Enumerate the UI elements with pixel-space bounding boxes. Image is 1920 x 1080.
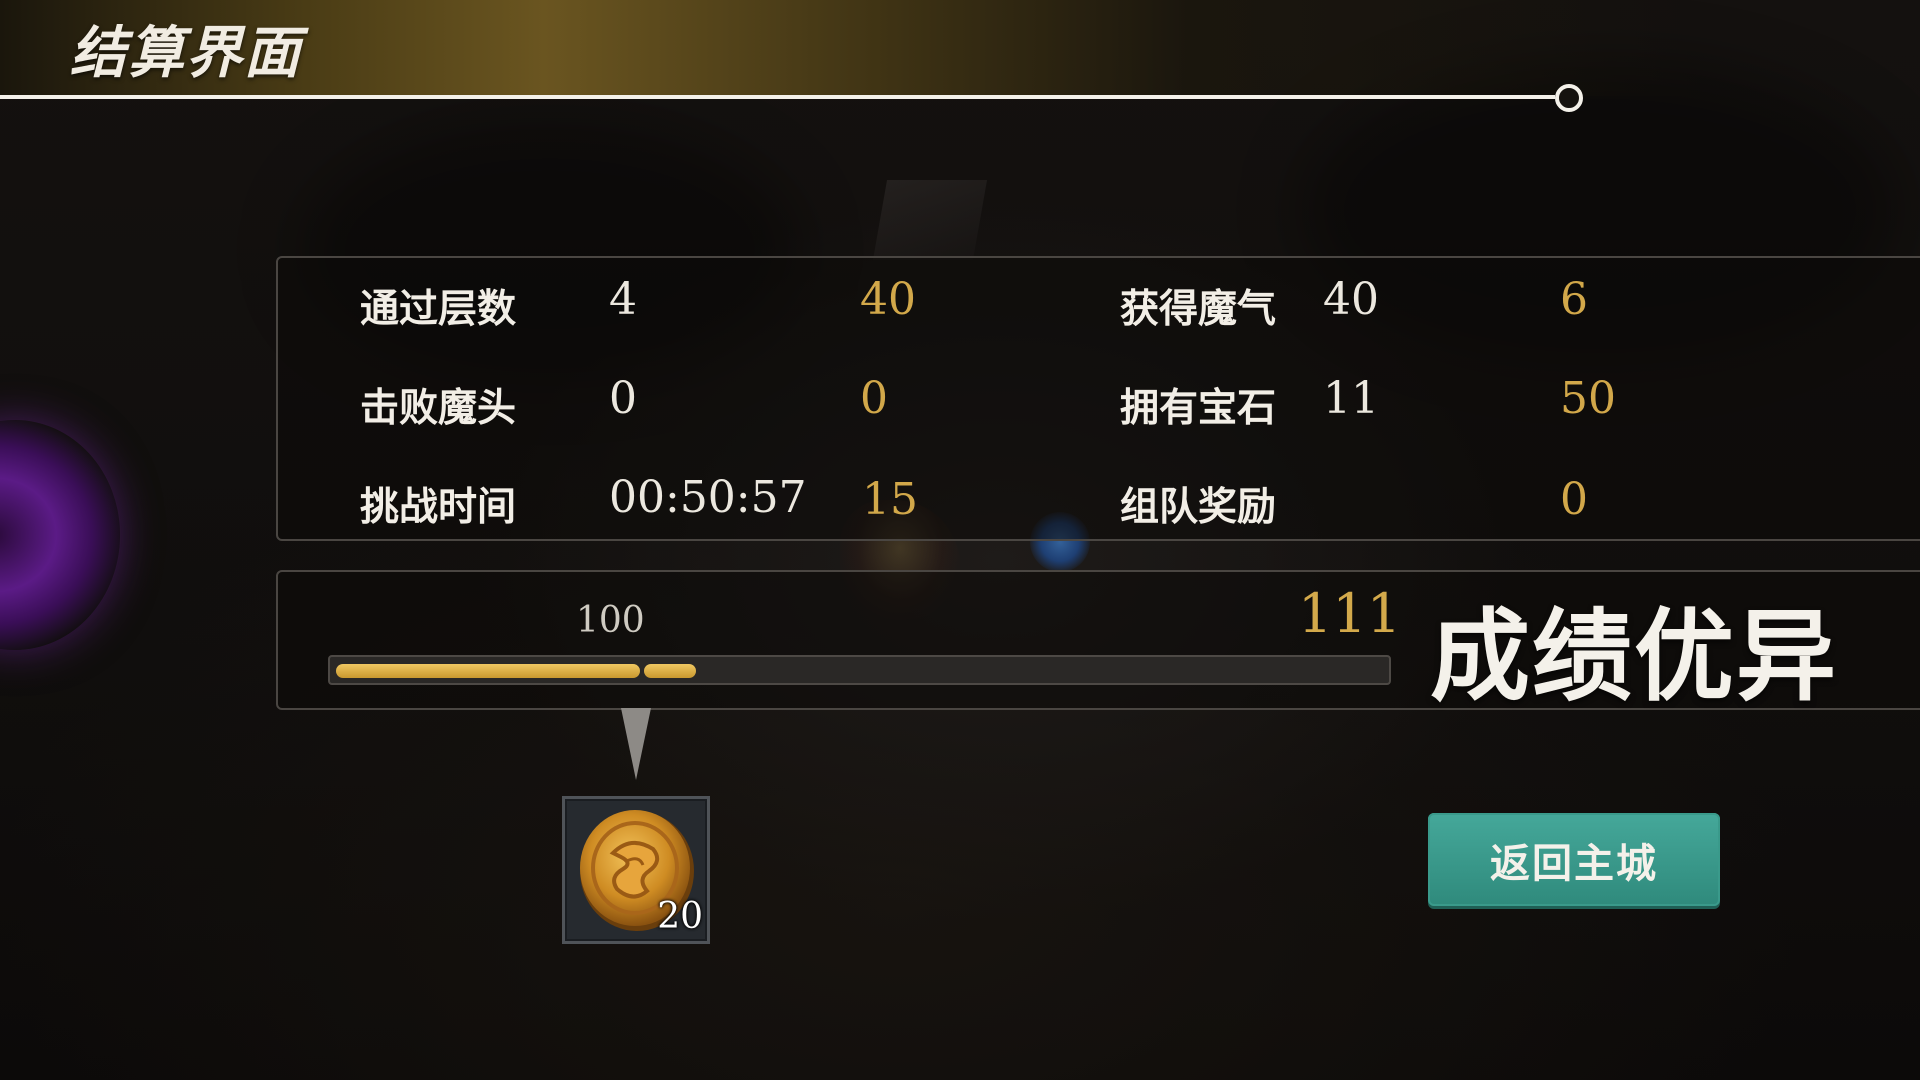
reward-item-slot[interactable]: 20 <box>562 796 710 944</box>
progress-threshold-label: 100 <box>576 600 645 641</box>
stat-value-floors: 4 <box>609 274 637 325</box>
title-underline <box>0 95 1555 99</box>
score-progress-bar <box>328 655 1391 685</box>
settlement-screen: 结算界面 通过层数 4 40 击败魔头 0 0 挑战时间 00:50:57 15… <box>0 0 1920 1080</box>
stat-score-bosses: 0 <box>860 373 888 424</box>
stat-value-demon-qi: 40 <box>1323 274 1379 325</box>
title-line-end-knob <box>1555 84 1583 112</box>
stat-label-floors: 通过层数 <box>360 287 517 332</box>
stat-score-time: 15 <box>862 474 918 525</box>
stat-score-gems: 50 <box>1560 373 1616 424</box>
page-title: 结算界面 <box>70 20 302 86</box>
total-score: 111 <box>1298 582 1402 645</box>
reward-count: 20 <box>657 896 703 937</box>
rating-text: 成绩优异 <box>1430 598 1838 715</box>
background-rock <box>872 180 988 260</box>
return-to-city-button[interactable]: 返回主城 <box>1428 813 1720 906</box>
return-button-label: 返回主城 <box>1490 840 1658 887</box>
stat-score-demon-qi: 6 <box>1560 274 1588 325</box>
stat-score-team-bonus: 0 <box>1560 474 1588 525</box>
stat-value-time: 00:50:57 <box>609 472 807 523</box>
stat-value-gems: 11 <box>1323 373 1379 424</box>
stat-value-bosses: 0 <box>609 373 637 424</box>
stat-label-time: 挑战时间 <box>360 485 517 530</box>
stat-label-demon-qi: 获得魔气 <box>1120 287 1277 332</box>
stat-score-floors: 40 <box>860 274 916 325</box>
reward-pointer-arrow <box>621 708 651 780</box>
stats-panel <box>276 256 1920 541</box>
progress-fill-bonus <box>644 664 696 678</box>
stat-label-team-bonus: 组队奖励 <box>1120 485 1277 530</box>
progress-fill-base <box>336 664 640 678</box>
stat-label-bosses: 击败魔头 <box>360 386 517 431</box>
stat-label-gems: 拥有宝石 <box>1120 386 1277 431</box>
portal-effect <box>0 420 120 650</box>
